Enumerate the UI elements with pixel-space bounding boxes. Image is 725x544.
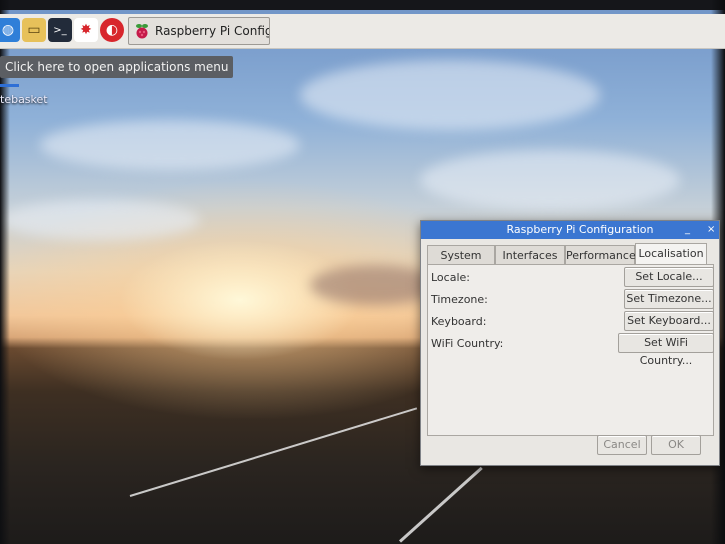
raspberry-pi-configuration-dialog: Raspberry Pi Configuration _ × System In… (420, 220, 720, 466)
web-browser-icon[interactable]: ◍ (0, 18, 20, 42)
road-line (129, 407, 418, 497)
keyboard-label: Keyboard: (431, 315, 487, 328)
minimize-button[interactable]: _ (685, 221, 690, 239)
set-timezone-button[interactable]: Set Timezone... (624, 289, 714, 309)
tab-bar: System Interfaces Performance Localisati… (427, 243, 715, 266)
tab-interfaces[interactable]: Interfaces (495, 245, 565, 266)
desktop-icon-label[interactable]: tebasket (0, 93, 48, 106)
screen-bezel (0, 0, 725, 10)
cancel-button[interactable]: Cancel (597, 435, 647, 455)
wallpaper-cloud (420, 150, 680, 210)
timezone-label: Timezone: (431, 293, 488, 306)
road-line (398, 466, 483, 543)
dialog-title: Raspberry Pi Configuration (506, 223, 654, 236)
taskbar-window-button[interactable]: Raspberry Pi Configu... (128, 17, 270, 45)
menu-indicator (0, 84, 19, 87)
wallpaper-cloud (0, 200, 200, 240)
raspberry-icon (135, 23, 149, 39)
set-wifi-country-button[interactable]: Set WiFi Country... (618, 333, 714, 367)
wallpaper-cloud (300, 60, 600, 130)
ok-button[interactable]: OK (651, 435, 701, 455)
tab-performance[interactable]: Performance (565, 245, 636, 266)
taskbar-window-label: Raspberry Pi Configu... (155, 24, 269, 38)
taskbar: ◍ ▭ >_ ✸ ◐ Raspberry Pi Configu... (0, 14, 725, 49)
wifi-country-label: WiFi Country: (431, 337, 504, 350)
dialog-titlebar[interactable]: Raspberry Pi Configuration _ × (421, 221, 719, 239)
screen-bezel (0, 0, 10, 544)
tab-system[interactable]: System (427, 245, 495, 266)
set-keyboard-button[interactable]: Set Keyboard... (624, 311, 714, 331)
wolfram-icon[interactable]: ◐ (100, 18, 124, 42)
applications-menu-tooltip: Click here to open applications menu (0, 56, 234, 78)
tab-localisation[interactable]: Localisation (635, 243, 707, 266)
close-button[interactable]: × (707, 221, 715, 239)
localisation-panel: Locale: Set Locale... Timezone: Set Time… (427, 264, 714, 436)
wallpaper-cloud (40, 120, 300, 170)
locale-label: Locale: (431, 271, 470, 284)
file-manager-icon[interactable]: ▭ (22, 18, 46, 42)
math-kernel-icon[interactable]: ✸ (74, 18, 98, 42)
set-locale-button[interactable]: Set Locale... (624, 267, 714, 287)
terminal-icon[interactable]: >_ (48, 18, 72, 42)
